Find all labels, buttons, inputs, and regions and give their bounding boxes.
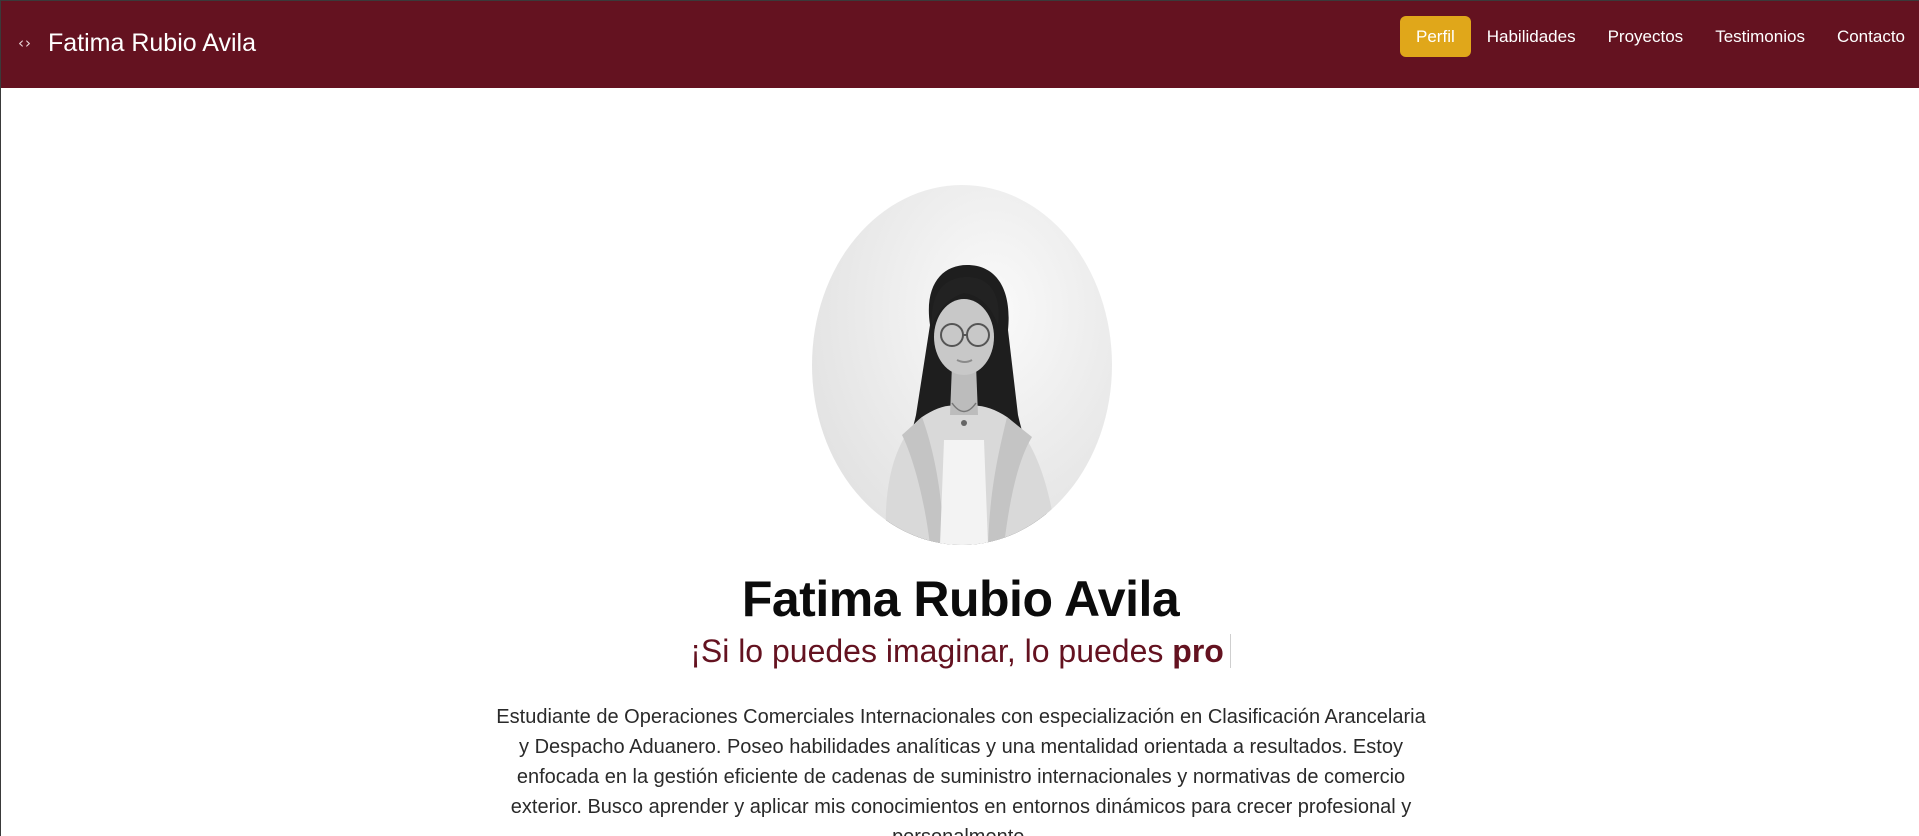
page: ‹› Fatima Rubio Avila Perfil Habilidades…: [0, 0, 1919, 836]
brand-name: Fatima Rubio Avila: [48, 28, 256, 57]
main-nav: Perfil Habilidades Proyectos Testimonios…: [1400, 16, 1919, 57]
nav-proyectos[interactable]: Proyectos: [1592, 16, 1700, 57]
tagline-typed: pro: [1172, 633, 1224, 669]
profile-photo: [812, 185, 1112, 545]
nav-habilidades[interactable]: Habilidades: [1471, 16, 1592, 57]
code-icon: ‹›: [18, 34, 32, 52]
tagline-prefix: ¡Si lo puedes imaginar, lo puedes: [690, 633, 1173, 669]
tagline: ¡Si lo puedes imaginar, lo puedes pro: [1, 633, 1919, 670]
profile-name: Fatima Rubio Avila: [741, 571, 1180, 627]
brand-link[interactable]: ‹› Fatima Rubio Avila: [18, 1, 256, 85]
typing-cursor: [1229, 634, 1231, 668]
nav-testimonios[interactable]: Testimonios: [1699, 16, 1821, 57]
nav-contacto[interactable]: Contacto: [1821, 16, 1919, 57]
nav-perfil[interactable]: Perfil: [1400, 16, 1471, 57]
navbar: ‹› Fatima Rubio Avila Perfil Habilidades…: [1, 1, 1919, 88]
profile-bio: Estudiante de Operaciones Comerciales In…: [496, 706, 1426, 836]
